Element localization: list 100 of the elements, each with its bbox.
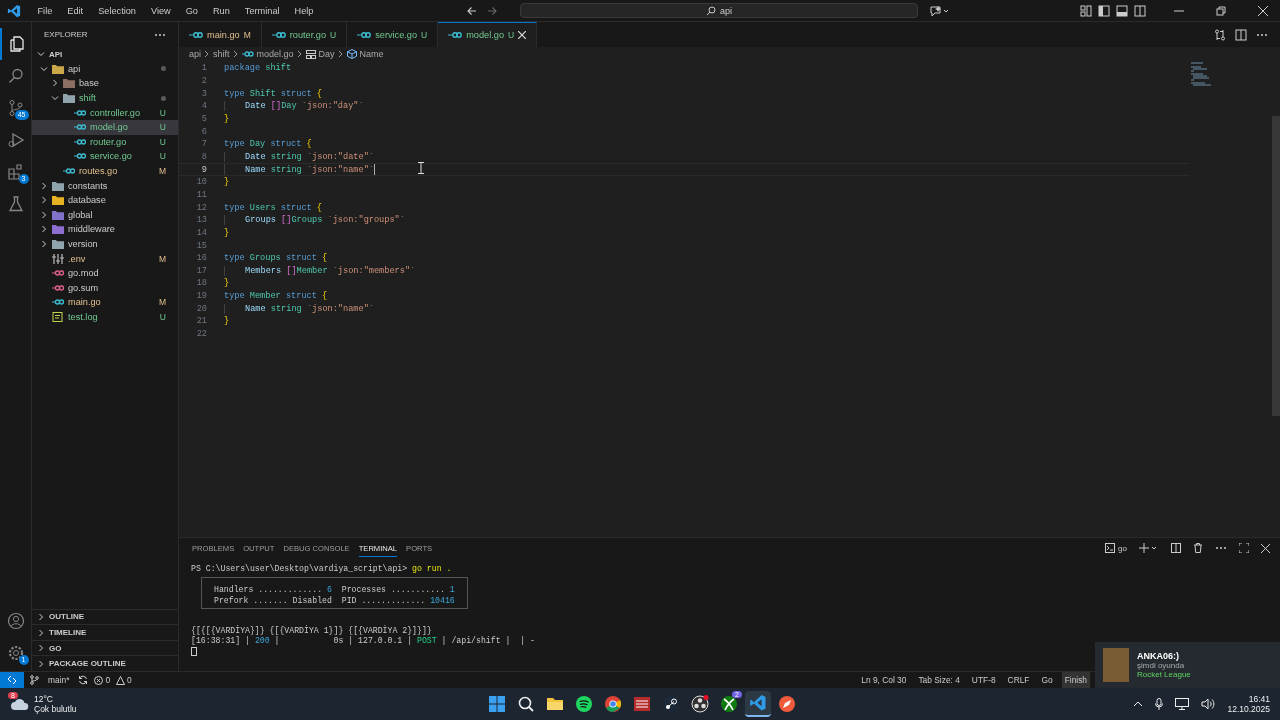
tree-item[interactable]: test.log U bbox=[32, 309, 178, 325]
tree-item[interactable]: api bbox=[32, 61, 178, 77]
restore-icon[interactable] bbox=[1216, 5, 1226, 16]
warning-count[interactable]: 0 bbox=[127, 675, 132, 685]
more-actions-icon[interactable] bbox=[154, 32, 166, 37]
toggle-panel-icon[interactable] bbox=[1116, 4, 1128, 17]
compare-changes-icon[interactable] bbox=[1214, 28, 1226, 41]
sync-icon[interactable] bbox=[78, 675, 89, 685]
tree-item[interactable]: controller.go U bbox=[32, 105, 178, 120]
chevron-up-icon[interactable] bbox=[1133, 700, 1144, 708]
split-editor-icon[interactable] bbox=[1235, 28, 1247, 41]
folder-icon[interactable] bbox=[546, 695, 564, 713]
status-item[interactable]: Tab Size: 4 bbox=[915, 675, 963, 685]
menu-item[interactable]: Selection bbox=[90, 5, 144, 16]
menu-item[interactable]: Run bbox=[205, 5, 238, 16]
breadcrumb-item[interactable]: shift bbox=[213, 49, 230, 59]
windows-logo-icon[interactable] bbox=[488, 695, 506, 713]
back-arrow-icon[interactable] bbox=[465, 4, 478, 17]
tree-item[interactable]: model.go U bbox=[32, 119, 178, 135]
status-item[interactable]: Finish bbox=[1061, 672, 1090, 688]
breadcrumb-item[interactable]: Day bbox=[318, 49, 335, 59]
tree-item[interactable]: database bbox=[32, 192, 178, 208]
search-icon[interactable] bbox=[517, 695, 535, 713]
toggle-sidebar-icon[interactable] bbox=[1098, 4, 1110, 17]
code-line: type Member struct { bbox=[224, 291, 328, 302]
recorder-app-icon[interactable] bbox=[691, 695, 709, 713]
menu-item[interactable]: File bbox=[30, 5, 60, 16]
editor-tab[interactable]: model.go U bbox=[438, 22, 538, 47]
branch-name[interactable]: main* bbox=[45, 675, 73, 685]
error-icon[interactable] bbox=[94, 675, 104, 685]
editor-tab[interactable]: router.go U bbox=[261, 22, 348, 47]
chat-sparkle-icon[interactable] bbox=[929, 4, 950, 17]
more-actions-icon[interactable] bbox=[1256, 32, 1268, 37]
tree-item[interactable]: constants bbox=[32, 178, 178, 193]
scrollbar-thumb[interactable] bbox=[1272, 116, 1280, 416]
error-count[interactable]: 0 bbox=[105, 675, 111, 685]
code-editor-icon[interactable] bbox=[749, 694, 767, 712]
tree-item[interactable]: version bbox=[32, 236, 178, 252]
branch-icon[interactable] bbox=[30, 675, 39, 685]
status-item[interactable]: Ln 9, Col 30 bbox=[858, 675, 910, 685]
status-item[interactable]: CRLF bbox=[1004, 675, 1033, 685]
menu-item[interactable]: Edit bbox=[59, 5, 91, 16]
new-terminal-icon[interactable] bbox=[1139, 543, 1159, 553]
mixer-app-icon[interactable] bbox=[633, 695, 651, 713]
trash-icon[interactable] bbox=[1193, 543, 1203, 553]
status-item[interactable]: Go bbox=[1038, 675, 1056, 685]
split-layout-icon[interactable] bbox=[1134, 4, 1146, 17]
breadcrumb-item[interactable]: api bbox=[189, 49, 201, 59]
network-icon[interactable] bbox=[1175, 698, 1190, 710]
warning-icon[interactable] bbox=[116, 675, 126, 685]
section-header[interactable]: API bbox=[32, 47, 178, 62]
breadcrumb-item[interactable]: Name bbox=[359, 49, 384, 59]
tree-item[interactable]: base bbox=[32, 76, 178, 91]
code-line: type Users struct { bbox=[224, 202, 323, 213]
section-header[interactable]: TIMELINE bbox=[32, 624, 178, 640]
tree-item[interactable]: go.mod bbox=[32, 265, 178, 281]
remote-button[interactable] bbox=[0, 672, 24, 688]
tree-item[interactable]: main.go M bbox=[32, 295, 178, 310]
command-center-search[interactable]: api bbox=[519, 3, 918, 18]
maximize-panel-icon[interactable] bbox=[1239, 543, 1249, 553]
tree-item[interactable]: router.go U bbox=[32, 134, 178, 150]
game-app-icon[interactable] bbox=[720, 695, 738, 713]
layout-icon[interactable] bbox=[1080, 4, 1092, 17]
close-panel-icon[interactable] bbox=[1261, 543, 1270, 553]
tree-item[interactable]: routes.go M bbox=[32, 163, 178, 179]
breadcrumb-item[interactable]: model.go bbox=[256, 49, 294, 59]
microphone-icon[interactable] bbox=[1155, 698, 1164, 710]
menu-item[interactable]: Go bbox=[178, 5, 206, 16]
terminal-icon[interactable] bbox=[1105, 543, 1116, 553]
code-line: Name string `json:"name"` bbox=[224, 303, 374, 314]
clock-time[interactable]: 16:41 bbox=[1248, 694, 1270, 704]
cloud-icon[interactable] bbox=[10, 696, 30, 712]
editor-tab[interactable]: main.go M bbox=[179, 22, 262, 47]
compass-icon[interactable] bbox=[778, 695, 796, 713]
tree-item[interactable]: go.sum bbox=[32, 280, 178, 296]
menu-item[interactable]: Help bbox=[287, 5, 321, 16]
line-number: 22 bbox=[195, 329, 207, 340]
menu-item[interactable]: Terminal bbox=[237, 5, 288, 16]
section-header[interactable]: OUTLINE bbox=[32, 608, 178, 625]
notification-toast[interactable]: ANKA06:) şimdi oyunda Rocket League bbox=[1095, 642, 1280, 688]
section-header[interactable]: GO bbox=[32, 639, 178, 656]
split-terminal-icon[interactable] bbox=[1171, 543, 1181, 553]
status-item[interactable]: UTF-8 bbox=[968, 675, 999, 685]
close-icon[interactable] bbox=[1258, 5, 1268, 16]
terminal-shell-label[interactable]: go bbox=[1118, 543, 1127, 553]
clock-date[interactable]: 12.10.2025 bbox=[1227, 704, 1270, 714]
tree-item[interactable]: .env M bbox=[32, 251, 178, 266]
more-actions-icon[interactable] bbox=[1215, 546, 1227, 550]
go-file-icon bbox=[241, 50, 254, 58]
tree-item[interactable]: shift bbox=[32, 90, 178, 106]
browser-icon[interactable] bbox=[604, 695, 622, 713]
menu-item[interactable]: View bbox=[143, 5, 179, 16]
music-app-icon[interactable] bbox=[575, 695, 593, 713]
tree-item[interactable]: middleware bbox=[32, 222, 178, 237]
forward-arrow-icon[interactable] bbox=[485, 4, 498, 17]
code-line: package shift bbox=[224, 63, 292, 74]
tree-item[interactable]: global bbox=[32, 207, 178, 223]
close-icon[interactable] bbox=[518, 31, 527, 39]
volume-icon[interactable] bbox=[1201, 698, 1216, 710]
tree-item[interactable]: service.go U bbox=[32, 149, 178, 164]
